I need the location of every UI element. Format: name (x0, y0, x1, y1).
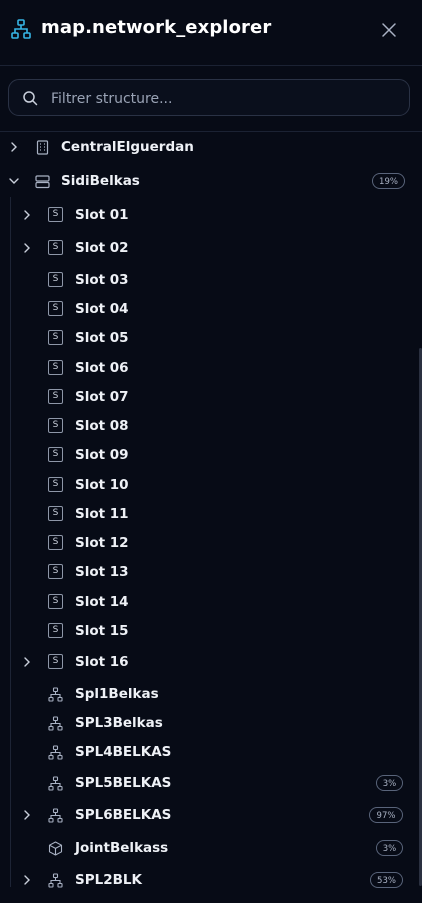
chevron-right-icon[interactable] (21, 874, 33, 886)
chevron-right-icon[interactable] (21, 656, 33, 668)
tree-node-slot[interactable]: S Slot 15 (0, 618, 419, 644)
slot-icon: S (48, 240, 63, 255)
tree-node-label: Slot 02 (75, 240, 129, 256)
slot-icon: S (48, 389, 63, 404)
chevron-down-icon[interactable] (8, 175, 20, 187)
slot-icon: S (48, 623, 63, 638)
chevron-right-icon[interactable] (21, 242, 33, 254)
tree-node-slot[interactable]: S Slot 03 (0, 267, 419, 293)
tree-node-slot[interactable]: S Slot 16 (0, 649, 419, 675)
progress-badge: 97% (369, 807, 403, 823)
tree-node-label: JointBelkass (75, 840, 169, 856)
slot-icon: S (48, 654, 63, 669)
tree-node-label: Slot 13 (75, 564, 129, 580)
tree-node-slot[interactable]: S Slot 14 (0, 589, 419, 615)
tree-node-slot[interactable]: S Slot 12 (0, 530, 419, 556)
tree-node-label: Slot 15 (75, 623, 129, 639)
tree-node-label: Slot 10 (75, 477, 129, 493)
tree-node-spl1[interactable]: Spl1Belkas (0, 681, 419, 707)
network-icon (48, 873, 63, 888)
slot-icon: S (48, 207, 63, 222)
tree-node-spl4[interactable]: SPL4BELKAS (0, 739, 419, 765)
slot-icon: S (48, 506, 63, 521)
header: map.network_explorer (0, 0, 422, 66)
tree-node-label: Slot 07 (75, 389, 129, 405)
tree-node-slot[interactable]: S Slot 07 (0, 384, 419, 410)
tree-node-slot[interactable]: S Slot 08 (0, 413, 419, 439)
chevron-right-icon[interactable] (21, 209, 33, 221)
tree-node-label: CentralElguerdan (61, 139, 194, 155)
tree-node-slot[interactable]: S Slot 09 (0, 442, 419, 468)
tree-node-label: SidiBelkas (61, 173, 140, 189)
progress-badge: 53% (370, 872, 403, 888)
app-title: map.network_explorer (41, 17, 272, 38)
network-logo-icon (11, 19, 31, 39)
tree-node-label: SPL5BELKAS (75, 775, 172, 791)
tree-node-slot[interactable]: S Slot 13 (0, 559, 419, 585)
divider (0, 131, 422, 132)
progress-badge: 3% (376, 775, 403, 791)
network-icon (48, 716, 63, 731)
tree-node-slot[interactable]: S Slot 11 (0, 501, 419, 527)
tree-node-label: Slot 12 (75, 535, 129, 551)
slot-icon: S (48, 330, 63, 345)
tree-node-label: SPL4BELKAS (75, 744, 172, 760)
network-icon (48, 687, 63, 702)
tree-node-slot[interactable]: S Slot 10 (0, 472, 419, 498)
tree-node-label: Slot 03 (75, 272, 129, 288)
chevron-right-icon[interactable] (21, 809, 33, 821)
search-input[interactable] (49, 86, 393, 112)
tree-node-label: SPL2BLK (75, 872, 142, 888)
tree-node-sidibelkas[interactable]: SidiBelkas 19% (0, 168, 419, 194)
tree-node-label: Slot 08 (75, 418, 129, 434)
chevron-right-icon[interactable] (8, 141, 20, 153)
slot-icon: S (48, 418, 63, 433)
slot-icon: S (48, 301, 63, 316)
close-icon[interactable] (380, 21, 398, 39)
tree-node-slot[interactable]: S Slot 05 (0, 325, 419, 351)
tree-node-label: Slot 01 (75, 207, 129, 223)
tree-node-slot[interactable]: S Slot 01 (0, 202, 419, 228)
building-icon (36, 140, 49, 155)
tree-node-slot[interactable]: S Slot 04 (0, 296, 419, 322)
tree-node-spl2[interactable]: SPL2BLK 53% (0, 867, 419, 893)
progress-badge: 3% (376, 840, 403, 856)
tree-node-label: Slot 09 (75, 447, 129, 463)
slot-icon: S (48, 447, 63, 462)
tree-node-joint[interactable]: JointBelkass 3% (0, 835, 419, 861)
tree-node-label: Slot 11 (75, 506, 129, 522)
slot-icon: S (48, 272, 63, 287)
tree-node-label: SPL6BELKAS (75, 807, 172, 823)
tree-node-label: Slot 05 (75, 330, 129, 346)
tree-node-label: Slot 14 (75, 594, 129, 610)
progress-badge: 19% (372, 173, 405, 189)
box-icon (48, 841, 63, 856)
tree-node-slot[interactable]: S Slot 02 (0, 235, 419, 261)
search-icon (23, 91, 38, 106)
tree-node-spl3[interactable]: SPL3Belkas (0, 710, 419, 736)
slot-icon: S (48, 535, 63, 550)
tree-node-central[interactable]: CentralElguerdan (0, 134, 419, 160)
search-box[interactable] (8, 79, 410, 116)
slot-icon: S (48, 594, 63, 609)
server-icon (35, 175, 50, 189)
tree-node-label: Spl1Belkas (75, 686, 159, 702)
tree-node-label: SPL3Belkas (75, 715, 163, 731)
network-icon (48, 808, 63, 823)
slot-icon: S (48, 477, 63, 492)
tree-node-label: Slot 16 (75, 654, 129, 670)
tree-node-spl6[interactable]: SPL6BELKAS 97% (0, 802, 419, 828)
network-icon (48, 776, 63, 791)
network-icon (48, 745, 63, 760)
slot-icon: S (48, 564, 63, 579)
tree-node-label: Slot 06 (75, 360, 129, 376)
tree-node-spl5[interactable]: SPL5BELKAS 3% (0, 770, 419, 796)
slot-icon: S (48, 360, 63, 375)
tree-node-label: Slot 04 (75, 301, 129, 317)
tree-node-slot[interactable]: S Slot 06 (0, 355, 419, 381)
